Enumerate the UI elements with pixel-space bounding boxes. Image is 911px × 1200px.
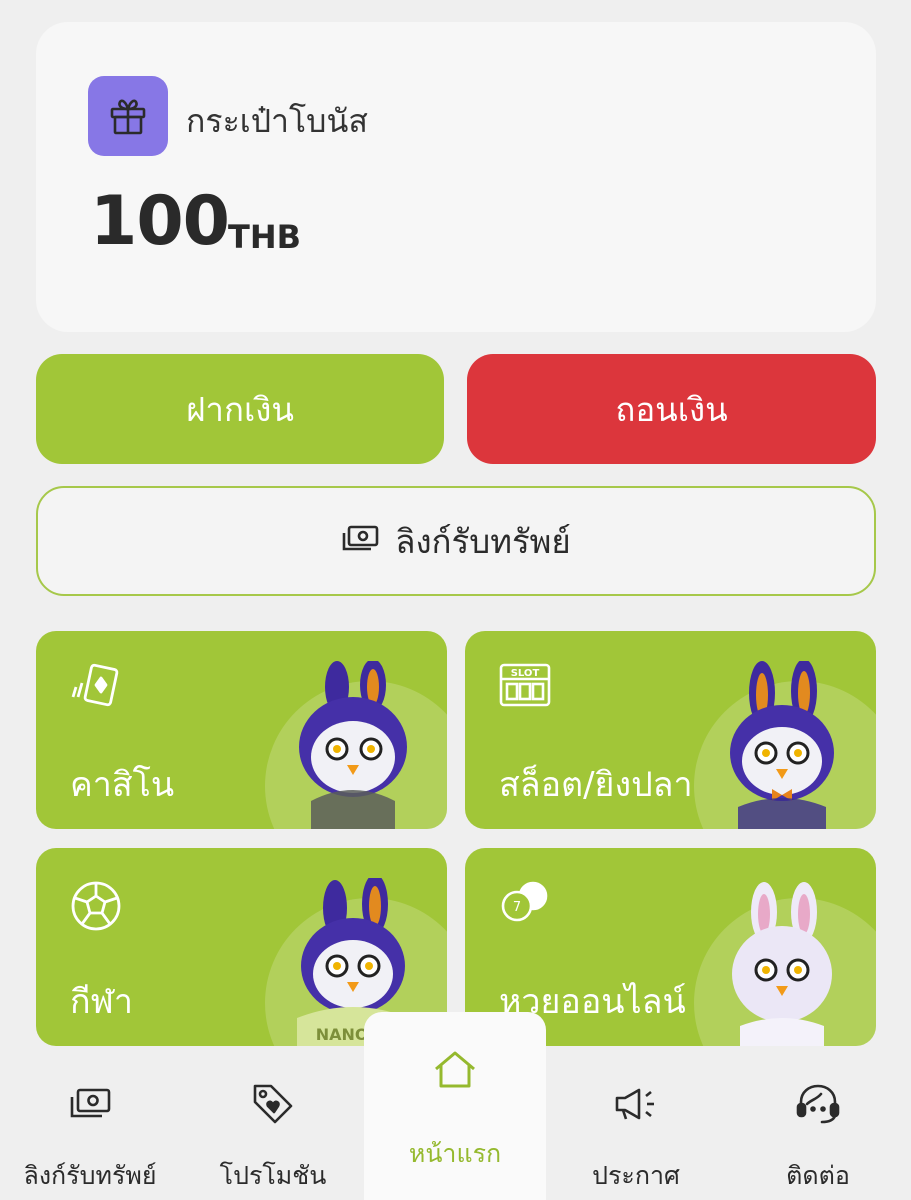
slot-icon-text: SLOT [511, 668, 540, 679]
nav-label: หน้าแรก [408, 1139, 502, 1168]
lottery-ball-number: 7 [513, 900, 521, 915]
withdraw-button[interactable]: ถอนเงิน [467, 354, 876, 464]
wallet-currency: THB [228, 218, 301, 256]
game-label: สล็อต/ยิงปลา [499, 765, 693, 805]
nav-item-contact[interactable]: ติดต่อ [738, 1046, 898, 1200]
bunny-mascot [732, 882, 832, 1046]
megaphone-icon [613, 1082, 659, 1126]
cards-icon [70, 663, 124, 713]
nav-item-promotion[interactable]: โปรโมชัน [193, 1046, 353, 1200]
deposit-label: ฝากเงิน [186, 389, 294, 429]
game-tile-slot[interactable]: SLOT สล็อต/ยิงปลา [465, 631, 876, 829]
nav-item-home[interactable]: หน้าแรก [364, 1012, 546, 1200]
penguin-mascot [730, 661, 834, 829]
deposit-button[interactable]: ฝากเงิน [36, 354, 444, 464]
withdraw-label: ถอนเงิน [615, 389, 728, 429]
gift-icon [88, 76, 168, 156]
nav-label: ติดต่อ [786, 1161, 850, 1190]
slot-icon: SLOT [499, 663, 551, 711]
soccer-ball-icon [70, 880, 122, 936]
bonus-wallet-card: กระเป๋าโบนัส 100 THB [36, 22, 876, 332]
headset-icon [795, 1082, 841, 1126]
wallet-label: กระเป๋าโบนัส [186, 102, 368, 140]
cash-icon [69, 1082, 111, 1126]
game-label: คาสิโน [70, 765, 175, 805]
nav-label: โปรโมชัน [219, 1161, 327, 1190]
wallet-amount: 100 [90, 182, 230, 261]
asset-link-button[interactable]: ลิงก์รับทรัพย์ [36, 486, 876, 596]
game-tile-casino[interactable]: คาสิโน [36, 631, 447, 829]
tag-heart-icon [251, 1082, 295, 1126]
nav-label: ลิงก์รับทรัพย์ [23, 1161, 157, 1190]
penguin-mascot [299, 661, 407, 829]
nav-item-asset-link[interactable]: ลิงก์รับทรัพย์ [10, 1046, 170, 1200]
asset-link-label: ลิงก์รับทรัพย์ [395, 521, 571, 561]
page: กระเป๋าโบนัส 100 THB ฝากเงิน ถอนเงิน ลิง… [0, 0, 911, 1200]
cash-icon [341, 522, 379, 561]
nav-item-announcement[interactable]: ประกาศ [556, 1046, 716, 1200]
lottery-balls-icon: 7 [499, 880, 551, 930]
nav-label: ประกาศ [592, 1161, 680, 1190]
home-icon [433, 1050, 477, 1094]
game-label: กีฬา [70, 982, 133, 1022]
